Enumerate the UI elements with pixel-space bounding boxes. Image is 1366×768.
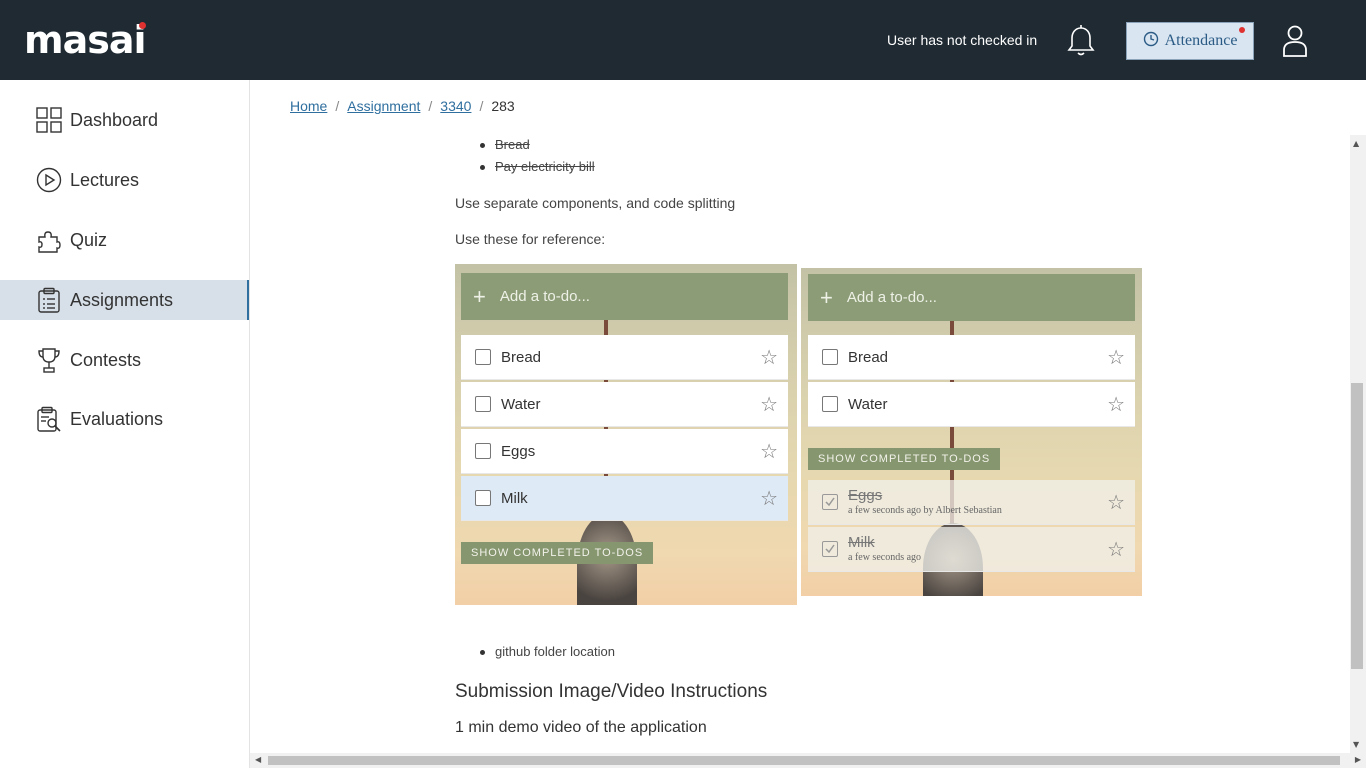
star-icon[interactable]: ☆ — [1107, 392, 1125, 417]
scroll-right-icon[interactable]: ▶ — [1355, 755, 1361, 764]
plus-icon: + — [820, 284, 833, 310]
list-item: Bread — [480, 137, 530, 152]
show-completed-button[interactable]: SHOW COMPLETED TO-DOS — [461, 542, 654, 564]
star-icon[interactable]: ☆ — [760, 345, 778, 370]
star-icon[interactable]: ☆ — [760, 439, 778, 464]
breadcrumb: Home / Assignment / 3340 / 283 — [290, 98, 515, 114]
masai-logo[interactable]: masai — [24, 18, 147, 62]
add-todo-bar[interactable]: + Add a to-do... — [461, 273, 788, 320]
checkbox[interactable] — [822, 396, 838, 412]
sidebar-item-label: Dashboard — [70, 109, 159, 130]
todo-meta: a few seconds ago by Albert Sebastian — [848, 505, 1002, 516]
puzzle-icon — [36, 227, 62, 253]
sidebar-item-quiz[interactable]: Quiz — [0, 220, 249, 260]
breadcrumb-assignment-link[interactable]: Assignment — [347, 98, 420, 114]
breadcrumb-current: 283 — [491, 98, 515, 114]
add-todo-placeholder: Add a to-do... — [846, 289, 937, 306]
star-icon[interactable]: ☆ — [1107, 490, 1125, 515]
clock-icon — [1143, 31, 1159, 52]
list-item: github folder location — [480, 644, 615, 659]
attendance-button[interactable]: Attendance — [1126, 22, 1254, 60]
checkbox[interactable] — [475, 349, 491, 365]
clipboard-icon — [36, 287, 62, 313]
checkbox[interactable] — [822, 349, 838, 365]
logo-dot — [139, 22, 146, 29]
todo-item[interactable]: Water ☆ — [808, 382, 1135, 427]
trophy-icon — [36, 347, 62, 373]
add-todo-placeholder: Add a to-do... — [499, 288, 590, 305]
todo-item[interactable]: Water ☆ — [461, 382, 788, 427]
horizontal-scrollbar[interactable]: ◀ ▶ — [250, 753, 1366, 768]
breadcrumb-separator: / — [428, 98, 433, 114]
todo-label: Milk — [501, 489, 528, 507]
scroll-up-icon[interactable]: ▲ — [1353, 139, 1359, 148]
sidebar-item-label: Assignments — [70, 289, 174, 310]
breadcrumb-separator: / — [479, 98, 484, 114]
add-todo-bar[interactable]: + Add a to-do... — [808, 274, 1135, 321]
vertical-scrollbar[interactable]: ▲ ▼ — [1350, 135, 1366, 753]
sidebar-item-dashboard[interactable]: Dashboard — [0, 100, 249, 140]
star-icon[interactable]: ☆ — [1107, 537, 1125, 562]
todo-item[interactable]: Milk ☆ — [461, 476, 788, 521]
section-heading: Submission Image/Video Instructions — [455, 681, 768, 702]
evaluation-icon — [36, 406, 62, 432]
breadcrumb-home-link[interactable]: Home — [290, 98, 327, 114]
breadcrumb-separator: / — [335, 98, 340, 114]
top-bar: masai User has not checked in Attendance — [0, 0, 1366, 80]
star-icon[interactable]: ☆ — [760, 486, 778, 511]
todo-label: Bread — [501, 348, 542, 366]
todo-meta: a few seconds ago — [848, 552, 922, 563]
section-subheading: 1 min demo video of the application — [455, 719, 707, 736]
checkbox-checked[interactable] — [822, 494, 838, 510]
list-item: Pay electricity bill — [480, 159, 595, 174]
reference-image-right: + Add a to-do... Bread ☆ Water ☆ SHOW CO… — [801, 268, 1142, 596]
reference-image-left: + Add a to-do... Bread ☆ Water ☆ Eggs ☆ … — [455, 264, 797, 605]
sidebar-item-label: Evaluations — [70, 408, 164, 429]
show-completed-button[interactable]: SHOW COMPLETED TO-DOS — [808, 448, 1001, 470]
sidebar-item-label: Contests — [70, 349, 142, 370]
breadcrumb-id-link[interactable]: 3340 — [440, 98, 471, 114]
todo-label: Eggs — [848, 487, 883, 504]
sidebar-item-evaluations[interactable]: Evaluations — [0, 399, 249, 439]
plus-icon: + — [473, 283, 486, 309]
sidebar-item-label: Quiz — [70, 229, 108, 250]
checkin-status: User has not checked in — [887, 32, 1038, 48]
notification-dot — [1239, 27, 1245, 33]
star-icon[interactable]: ☆ — [1107, 345, 1125, 370]
completed-todo-item[interactable]: Milk a few seconds ago ☆ — [808, 527, 1135, 572]
checkbox[interactable] — [475, 396, 491, 412]
bell-icon[interactable] — [1066, 24, 1096, 58]
todo-label: Water — [501, 395, 541, 413]
checkbox[interactable] — [475, 443, 491, 459]
sidebar-item-lectures[interactable]: Lectures — [0, 160, 249, 200]
user-profile-icon[interactable] — [1282, 24, 1308, 58]
todo-item[interactable]: Bread ☆ — [461, 335, 788, 380]
sidebar-item-contests[interactable]: Contests — [0, 340, 249, 380]
todo-item[interactable]: Bread ☆ — [808, 335, 1135, 380]
star-icon[interactable]: ☆ — [760, 392, 778, 417]
assignment-content: Bread Pay electricity bill Use separate … — [250, 135, 1350, 755]
todo-label: Bread — [848, 348, 889, 366]
sidebar: Dashboard Lectures Quiz Assignments Cont… — [0, 80, 250, 768]
sidebar-item-assignments[interactable]: Assignments — [0, 280, 249, 320]
todo-label: Water — [848, 395, 888, 413]
checkbox[interactable] — [475, 490, 491, 506]
play-circle-icon — [36, 167, 62, 193]
todo-item[interactable]: Eggs ☆ — [461, 429, 788, 474]
scrollbar-thumb[interactable] — [268, 756, 1340, 765]
scroll-left-icon[interactable]: ◀ — [255, 755, 261, 764]
attendance-label: Attendance — [1164, 32, 1238, 49]
checkbox-checked[interactable] — [822, 541, 838, 557]
completed-todo-item[interactable]: Eggs a few seconds ago by Albert Sebasti… — [808, 480, 1135, 525]
paragraph: Use separate components, and code splitt… — [455, 195, 736, 211]
paragraph: Use these for reference: — [455, 231, 606, 247]
scrollbar-thumb[interactable] — [1351, 383, 1363, 669]
todo-label: Milk — [848, 534, 875, 551]
logo-text: masai — [24, 18, 147, 62]
scroll-down-icon[interactable]: ▼ — [1353, 740, 1359, 749]
dashboard-icon — [36, 107, 62, 133]
todo-label: Eggs — [501, 442, 536, 460]
sidebar-item-label: Lectures — [70, 169, 140, 190]
